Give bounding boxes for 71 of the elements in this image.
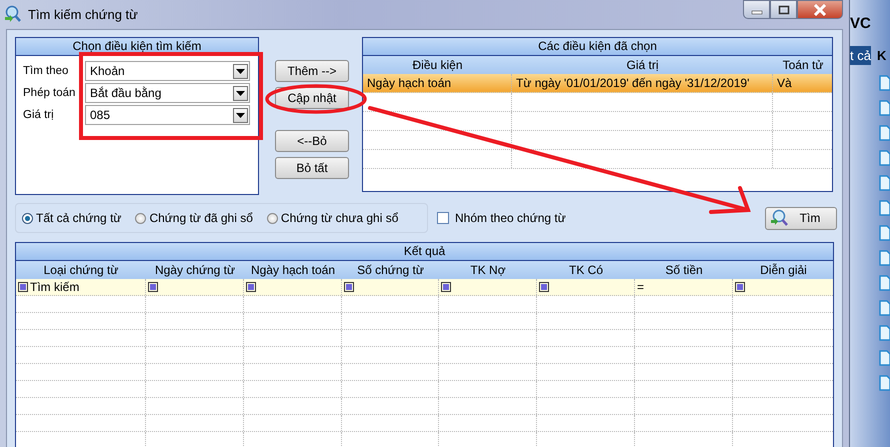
- radio-option[interactable]: Tất cả chứng từ: [22, 211, 122, 225]
- magnifier-icon: [4, 5, 22, 23]
- dropdown-field[interactable]: Khoản: [85, 61, 250, 81]
- field-label: Phép toán: [23, 87, 76, 99]
- maximize-button[interactable]: [770, 0, 797, 19]
- action-button[interactable]: Thêm -->: [275, 60, 349, 82]
- magnifier-icon: [770, 209, 788, 227]
- column-header: TK Nợ: [469, 262, 507, 279]
- grid-title: Các điều kiện đã chọn: [363, 38, 832, 56]
- table-cell: Và: [773, 74, 832, 92]
- field-label: Giá trị: [23, 109, 55, 121]
- document-icon[interactable]: [879, 225, 890, 241]
- radio-button[interactable]: [135, 212, 146, 224]
- document-icon[interactable]: [879, 175, 890, 191]
- column-header: TK Có: [568, 262, 604, 279]
- radio-button[interactable]: [22, 212, 33, 224]
- window-title: VC: [850, 15, 871, 32]
- table-cell: Từ ngày '01/01/2019' đến ngày '31/12/2019': [512, 74, 773, 92]
- document-icon[interactable]: [879, 275, 890, 291]
- radio-option[interactable]: Chứng từ chưa ghi sổ: [266, 211, 398, 225]
- field-label: Tìm theo: [23, 65, 70, 77]
- document-icon[interactable]: [879, 250, 890, 266]
- action-button[interactable]: Bỏ tất: [275, 157, 349, 179]
- document-icon[interactable]: [879, 200, 890, 216]
- column-header: Số chứng từ: [356, 262, 425, 279]
- checkbox-option[interactable]: Nhóm theo chứng từ: [437, 211, 566, 225]
- filter-text: Tìm kiếm: [30, 279, 80, 295]
- filter-checkbox-icon[interactable]: [246, 282, 256, 292]
- maximize-icon: [778, 4, 790, 14]
- radio-option[interactable]: Chứng từ đã ghi sổ: [135, 211, 253, 225]
- dropdown-arrow-icon: [236, 112, 245, 118]
- filter-checkbox-icon[interactable]: [441, 282, 451, 292]
- column-header: Loại chứng từ: [42, 262, 120, 279]
- column-header: Diễn giải: [759, 262, 808, 279]
- window-title: Tìm kiếm chứng từ: [28, 6, 138, 22]
- document-icon[interactable]: [879, 150, 890, 166]
- column-header: Điều kiện: [411, 57, 464, 74]
- grid-title: Kết quả: [16, 243, 833, 261]
- filter-checkbox-icon[interactable]: [18, 282, 28, 292]
- document-icon[interactable]: [879, 125, 890, 141]
- search-button[interactable]: Tìm: [765, 206, 837, 230]
- filter-checkbox-icon[interactable]: [539, 282, 549, 292]
- dropdown-field[interactable]: 085: [85, 105, 250, 125]
- document-icon[interactable]: [879, 375, 890, 391]
- action-button[interactable]: <--Bỏ: [275, 130, 349, 152]
- condition-row[interactable]: Ngày hạch toán Từ ngày '01/01/2019' đến ngày '31/12/2019' Và: [363, 74, 832, 93]
- filter-checkbox-icon[interactable]: [148, 282, 158, 292]
- column-header: Giá trị: [625, 57, 660, 74]
- document-icon[interactable]: [879, 325, 890, 341]
- minimize-button[interactable]: [743, 0, 770, 19]
- dropdown-arrow-icon: [236, 68, 245, 74]
- close-button[interactable]: [797, 0, 843, 19]
- filter-operator[interactable]: =: [637, 279, 644, 295]
- table-cell: Ngày hạch toán: [363, 74, 512, 92]
- panel-title: K: [876, 48, 886, 63]
- document-icon[interactable]: [879, 350, 890, 366]
- checkbox[interactable]: [437, 212, 449, 224]
- document-icon[interactable]: [879, 100, 890, 116]
- column-header: Toán tử: [782, 57, 824, 74]
- dropdown-field[interactable]: Bắt đầu bằng: [85, 83, 250, 103]
- document-icon[interactable]: [879, 300, 890, 316]
- document-icon[interactable]: [879, 75, 890, 91]
- radio-button[interactable]: [266, 212, 278, 224]
- close-icon: [813, 4, 827, 16]
- filter-checkbox-icon[interactable]: [735, 282, 745, 292]
- column-header: Số tiền: [664, 262, 704, 279]
- column-header: Ngày chứng từ: [154, 262, 236, 279]
- dropdown-arrow-icon: [236, 90, 245, 96]
- filter-checkbox-icon[interactable]: [344, 282, 354, 292]
- tab[interactable]: t cả: [850, 46, 871, 65]
- column-header: Ngày hạch toán: [250, 262, 336, 279]
